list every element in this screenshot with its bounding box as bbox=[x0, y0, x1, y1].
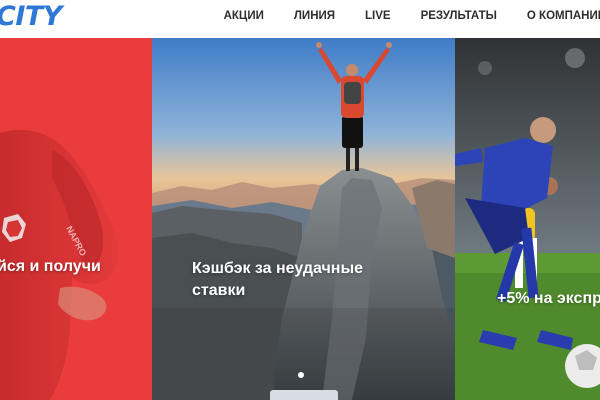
mountain-hiker-image bbox=[152, 38, 455, 400]
promo-slider[interactable]: NAPRO йся и получи Кэшбэк за неудачные с… bbox=[0, 38, 600, 400]
slide-cashback-caption: Кэшбэк за неудачные ставки bbox=[192, 258, 363, 302]
nav-item-results[interactable]: РЕЗУЛЬТАТЫ bbox=[421, 10, 497, 22]
footballer-red-image: NAPRO bbox=[0, 38, 152, 400]
nav-item-about[interactable]: О КОМПАНИИ bbox=[527, 10, 600, 22]
slide-cashback-caption-line2: ставки bbox=[192, 282, 246, 299]
site-header: CITY АКЦИИ ЛИНИЯ LIVE РЕЗУЛЬТАТЫ О КОМПА… bbox=[0, 0, 600, 38]
slide-cashback[interactable]: Кэшбэк за неудачные ставки bbox=[152, 38, 455, 400]
site-logo[interactable]: CITY bbox=[0, 1, 62, 32]
footballers-image bbox=[455, 38, 600, 400]
slide-express-caption: +5% на экспр bbox=[497, 290, 600, 307]
slide-express[interactable]: +5% на экспр bbox=[455, 38, 600, 400]
slide-bonus-caption: йся и получи bbox=[0, 258, 101, 275]
main-nav: АКЦИИ ЛИНИЯ LIVE РЕЗУЛЬТАТЫ О КОМПАНИИ bbox=[224, 0, 600, 32]
nav-item-live[interactable]: LIVE bbox=[365, 10, 391, 22]
nav-item-line[interactable]: ЛИНИЯ bbox=[294, 10, 335, 22]
slider-bottom-tab bbox=[270, 390, 338, 400]
slider-dots bbox=[298, 372, 304, 378]
slide-cashback-caption-line1: Кэшбэк за неудачные bbox=[192, 260, 364, 277]
slide-bonus[interactable]: NAPRO йся и получи bbox=[0, 38, 152, 400]
slider-dot-active[interactable] bbox=[298, 372, 304, 378]
nav-item-promotions[interactable]: АКЦИИ bbox=[224, 10, 264, 22]
